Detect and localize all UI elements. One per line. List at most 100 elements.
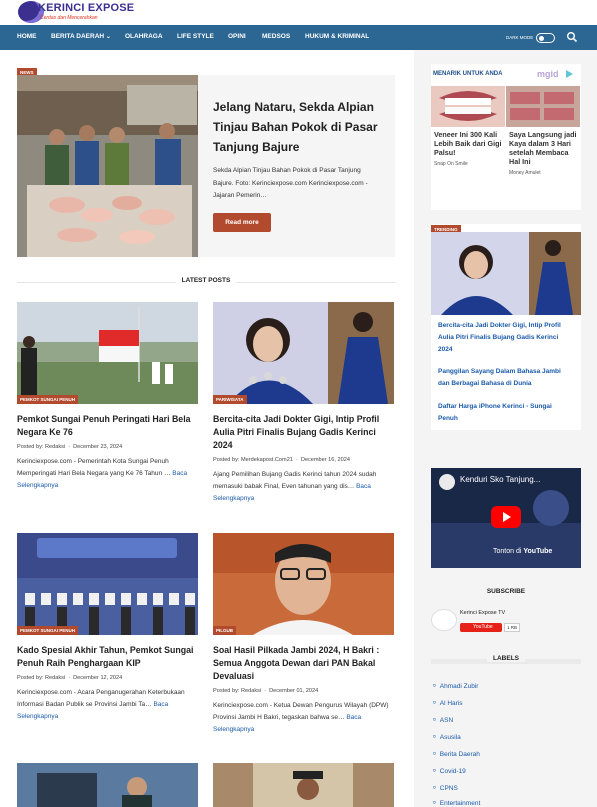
post-excerpt: Ajang Pemilihan Bujang Gadis Kerinci tah… — [213, 469, 394, 505]
post-excerpt-text: Kerinciexpose.com - Ketua Dewan Pengurus… — [213, 702, 389, 721]
youtube-video-embed[interactable]: Kenduri Sko Tanjung... Tonton di YouTube — [431, 468, 581, 568]
posted-by-label: Posted by: — [17, 444, 44, 450]
label-link[interactable]: ¤ ASN — [433, 717, 453, 724]
nav-item-medsos[interactable]: MEDSOS — [262, 33, 290, 40]
trending-link[interactable]: Bercita-cita Jadi Dokter Gigi, Intip Pro… — [438, 320, 573, 356]
label-text: Entertainment — [439, 800, 481, 807]
post-excerpt-text: Ajang Pemilihan Bujang Gadis Kerinci tah… — [213, 471, 377, 490]
post-title[interactable]: Bercita-cita Jadi Dokter Gigi, Intip Pro… — [213, 413, 394, 452]
post-meta: Posted by: Merdekapost.Com21 · December 16… — [213, 457, 350, 463]
post-category-badge[interactable]: PEMKOT SUNGAI PENUH — [17, 626, 79, 635]
site-logo-text[interactable]: KERINCI EXPOSE — [38, 2, 134, 14]
bullet-icon: ¤ — [433, 800, 436, 806]
label-link[interactable]: ¤ Entertainment — [433, 800, 480, 807]
labels-title: LABELS — [487, 655, 525, 662]
video-title[interactable]: Kenduri Sko Tanjung... — [460, 475, 540, 484]
bullet-icon: ¤ — [433, 751, 436, 757]
nav-item-opini[interactable]: OPINI — [228, 33, 246, 40]
label-link[interactable]: ¤ Ahmadi Zubir — [433, 683, 478, 690]
post-excerpt-text: Kerinciexpose.com - Pemerintah Kota Sung… — [17, 458, 171, 477]
post-card: PARIWISATA Bercita-cita Jadi Dokter Gigi… — [213, 302, 394, 505]
posted-by-label: Posted by: — [17, 675, 44, 681]
post-category-badge[interactable]: PILGUB — [213, 626, 237, 635]
labels-heading: LABELS — [431, 655, 581, 665]
nav-item-hukum-kriminal[interactable]: HUKUM & KRIMINAL — [305, 33, 369, 40]
subscribe-title: SUBSCRIBE — [480, 588, 532, 595]
ad-image[interactable] — [431, 86, 505, 127]
youtube-subscribe-button[interactable]: YouTube — [460, 623, 502, 632]
post-author: Redaksi — [45, 675, 66, 681]
ad-item[interactable]: Saya Langsung jadi Kaya dalam 3 Hari set… — [506, 86, 580, 176]
post-author: Redaksi — [241, 688, 262, 694]
logo-bar: KERINCI EXPOSE Cerdas dan Mencerahkan — [0, 0, 597, 25]
label-link[interactable]: ¤ Covid-19 — [433, 768, 466, 775]
nav-item-olahraga[interactable]: OLAHRAGA — [125, 33, 163, 40]
hero-image[interactable] — [17, 75, 198, 257]
youtube-button-label: YouTube — [473, 624, 493, 630]
label-link[interactable]: ¤ CPNS — [433, 785, 458, 792]
youtube-wordmark: YouTube — [523, 548, 553, 555]
post-image[interactable]: PEMKOT SUNGAI PENUH — [17, 533, 198, 635]
label-text: Berita Daerah — [439, 751, 480, 758]
label-text: Al Haris — [439, 700, 463, 707]
play-icon — [566, 70, 573, 78]
latest-posts-heading: LATEST POSTS — [17, 277, 395, 287]
post-card: PILGUB Soal Hasil Pilkada Jambi 2024, H … — [213, 533, 394, 736]
post-image[interactable] — [213, 763, 394, 807]
search-icon[interactable] — [566, 31, 578, 43]
subscribe-heading: SUBSCRIBE — [431, 588, 581, 598]
posted-by-label: Posted by: — [213, 457, 240, 463]
post-category-badge[interactable]: PARIWISATA — [213, 395, 247, 404]
bullet-icon: ¤ — [433, 683, 436, 689]
post-date: December 16, 2024 — [300, 457, 350, 463]
post-author: Redaksi — [45, 444, 66, 450]
post-date: December 01, 2024 — [269, 688, 319, 694]
post-image[interactable]: PEMKOT SUNGAI PENUH — [17, 302, 198, 404]
post-image[interactable]: PARIWISATA — [213, 302, 394, 404]
ad-item[interactable]: Veneer Ini 300 Kali Lebih Baik dari Gigi… — [431, 86, 505, 167]
site-tagline: Cerdas dan Mencerahkan — [40, 15, 98, 21]
post-date: December 12, 2024 — [73, 675, 123, 681]
read-more-button[interactable]: Read more — [213, 213, 271, 232]
post-title[interactable]: Pemkot Sungai Penuh Peringati Hari Bela … — [17, 413, 198, 439]
nav-item-home[interactable]: HOME — [17, 33, 37, 40]
label-text: Ahmadi Zubir — [439, 683, 479, 690]
ad-title[interactable]: Saya Langsung jadi Kaya dalam 3 Hari set… — [506, 130, 580, 166]
dark-mode-label: DARK MODE — [506, 35, 534, 40]
post-excerpt: Kerinciexpose.com - Acara Penganugerahan… — [17, 687, 198, 723]
hero-title[interactable]: Jelang Nataru, Sekda Alpian Tinjau Bahan… — [213, 97, 385, 157]
mgid-logo[interactable]: mgid — [537, 69, 559, 79]
watch-on-label: Tonton di — [493, 548, 522, 555]
watch-on-youtube[interactable]: Tonton di YouTube — [493, 548, 552, 555]
nav-item-berita-daerah[interactable]: BERITA DAERAH ⌄ — [51, 33, 111, 40]
post-category-badge[interactable]: PEMKOT SUNGAI PENUH — [17, 395, 79, 404]
ad-title[interactable]: Veneer Ini 300 Kali Lebih Baik dari Gigi… — [431, 130, 505, 157]
nav-item-life-style[interactable]: LIFE STYLE — [177, 33, 214, 40]
channel-name[interactable]: Kerinci Expose TV — [460, 610, 505, 616]
post-date: December 23, 2024 — [73, 444, 123, 450]
label-link[interactable]: ¤ Berita Daerah — [433, 751, 480, 758]
ad-image[interactable] — [506, 86, 580, 127]
post-title[interactable]: Soal Hasil Pilkada Jambi 2024, H Bakri :… — [213, 644, 394, 683]
main-nav: HOME BERITA DAERAH ⌄ OLAHRAGA LIFE STYLE… — [0, 25, 597, 50]
label-text: Covid-19 — [439, 768, 466, 775]
label-link[interactable]: ¤ Asusila — [433, 734, 461, 741]
label-text: ASN — [439, 717, 454, 724]
trending-link[interactable]: Daftar Harga iPhone Kerinci - Sungai Pen… — [438, 401, 573, 425]
youtube-play-icon[interactable] — [491, 506, 521, 528]
bullet-icon: ¤ — [433, 717, 436, 723]
post-image[interactable]: PILGUB — [213, 533, 394, 635]
trending-image[interactable] — [431, 232, 581, 315]
label-link[interactable]: ¤ Al Haris — [433, 700, 463, 707]
toggle-knob — [539, 35, 544, 41]
post-meta: Posted by: Redaksi · December 23, 2024 — [17, 444, 123, 450]
dark-mode-toggle[interactable] — [536, 33, 555, 43]
channel-avatar[interactable] — [431, 609, 457, 631]
trending-link[interactable]: Panggilan Sayang Dalam Bahasa Jambi dan … — [438, 366, 573, 390]
label-text: Asusila — [439, 734, 461, 741]
post-image[interactable] — [17, 763, 198, 807]
post-title[interactable]: Kado Spesial Akhir Tahun, Pemkot Sungai … — [17, 644, 198, 670]
mgid-heading: MENARIK UNTUK ANDA — [433, 71, 503, 77]
ad-source: Money Amulet — [509, 170, 541, 176]
post-card: PEMKOT SUNGAI PENUH Pemkot Sungai Penuh … — [17, 302, 198, 492]
